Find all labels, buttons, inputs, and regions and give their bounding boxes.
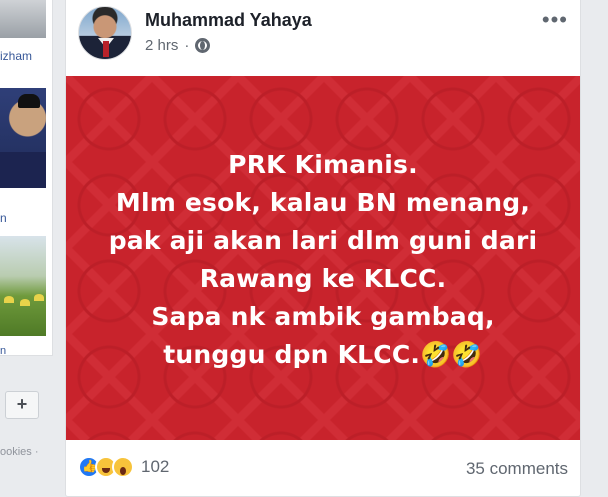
reactions-summary[interactable]: 102	[78, 456, 169, 478]
thumbnail-figure	[0, 152, 46, 188]
left-sidebar: izham n n + ookies ·	[0, 0, 53, 497]
comments-count[interactable]: 35 comments	[466, 459, 568, 479]
footer-cookies-link[interactable]: ookies ·	[0, 446, 39, 458]
globe-icon[interactable]	[195, 38, 211, 53]
wow-reaction-icon	[112, 456, 134, 478]
more-options-icon[interactable]: •••	[542, 7, 568, 33]
suggestion-thumbnail[interactable]	[0, 88, 46, 188]
author-name[interactable]: Muhammad Yahaya	[145, 10, 312, 31]
post-image[interactable]: PRK Kimanis. Mlm esok, kalau BN menang, …	[66, 76, 580, 440]
thumbnail-detail	[34, 294, 44, 301]
thumbnail-cap	[18, 94, 40, 108]
suggestion-thumbnail[interactable]	[0, 0, 46, 38]
post-card: Muhammad Yahaya 2 hrs · ••• PRK Kimanis.…	[65, 0, 581, 497]
image-text: PRK Kimanis. Mlm esok, kalau BN menang, …	[66, 146, 580, 374]
image-text-line: pak aji akan lari dlm guni dari	[108, 226, 538, 255]
suggestion-name[interactable]: n	[0, 345, 6, 357]
add-button[interactable]: +	[5, 391, 39, 419]
image-text-line: tunggu dpn KLCC.🤣🤣	[163, 340, 483, 369]
image-text-line: PRK Kimanis.	[228, 150, 418, 179]
post-meta: 2 hrs ·	[145, 37, 211, 54]
image-text-line: Sapa nk ambik gambaq,	[151, 302, 495, 331]
post-time[interactable]: 2 hrs	[145, 37, 178, 54]
thumbnail-detail	[20, 299, 30, 306]
author-avatar[interactable]	[78, 6, 132, 60]
meta-separator: ·	[184, 37, 190, 54]
avatar-tie	[103, 41, 109, 57]
image-text-line: Rawang ke KLCC.	[199, 264, 447, 293]
thumbnail-detail	[4, 296, 14, 303]
reaction-count[interactable]: 102	[141, 457, 169, 477]
suggestion-name[interactable]: n	[0, 211, 7, 225]
suggestions-card: izham n n	[0, 0, 53, 357]
suggestion-name[interactable]: izham	[0, 49, 32, 63]
suggestion-thumbnail[interactable]	[0, 236, 46, 336]
image-text-line: Mlm esok, kalau BN menang,	[115, 188, 531, 217]
